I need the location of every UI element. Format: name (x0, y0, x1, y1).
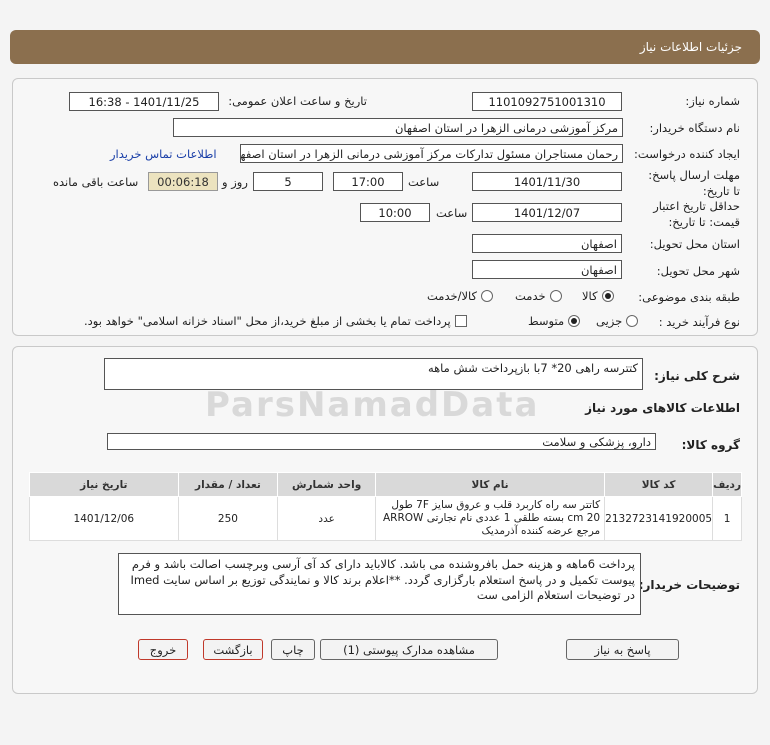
col-unit: واحد شمارش (277, 472, 376, 497)
radio-selected-icon[interactable] (601, 290, 614, 302)
purchase-option-medium-label: متوسط (528, 314, 565, 328)
price-validity-label: حداقل تاریخ اعتبار قیمت: تا تاریخ: (640, 199, 740, 230)
reply-deadline-label: مهلت ارسال پاسخ: تا تاریخ: (640, 168, 740, 199)
cell-name: کاتتر سه راه کاربرد قلب و عروق سایز 7F ط… (374, 495, 606, 542)
buyer-org-label: نام دستگاه خریدار: (649, 121, 740, 135)
purchase-option-minor[interactable]: جزیی (596, 314, 639, 328)
cell-row: 1 (712, 495, 742, 542)
view-attachments-button[interactable]: مشاهده مدارک پیوستی (1) (320, 639, 498, 660)
goods-group-label: گروه کالا: (681, 438, 740, 452)
reply-time-label: ساعت (408, 175, 440, 189)
radio-empty-icon[interactable] (549, 290, 562, 302)
category-option-service[interactable]: خدمت (515, 289, 562, 303)
radio-selected-icon[interactable] (568, 315, 581, 327)
cell-qty: 250 (177, 495, 279, 542)
purchase-option-medium[interactable]: متوسط (528, 314, 581, 328)
announce-datetime-field: 1401/11/25 - 16:38 (69, 92, 219, 111)
col-qty: تعداد / مقدار (177, 472, 279, 497)
category-option-goods-service[interactable]: کالا/خدمت (427, 289, 494, 303)
category-label: طبقه بندی موضوعی: (638, 290, 740, 304)
buyer-org-field: مرکز آموزشی درمانی الزهرا در استان اصفها… (173, 118, 623, 137)
summary-label: شرح کلی نیاز: (654, 369, 740, 383)
days-remaining-field: 5 (253, 172, 323, 191)
checkbox-icon[interactable] (454, 315, 467, 327)
purchase-type-label: نوع فرآیند خرید : (658, 315, 740, 329)
treasury-payment-label: پرداخت تمام یا بخشی از مبلغ خرید،از محل … (84, 314, 451, 328)
cell-date: 1401/12/06 (29, 495, 179, 542)
category-option-goods-service-label: کالا/خدمت (427, 289, 478, 303)
announce-datetime-label: تاریخ و ساعت اعلان عمومی: (228, 94, 367, 108)
requester-label: ایجاد کننده درخواست: (634, 147, 740, 161)
reply-button[interactable]: پاسخ به نیاز (566, 639, 679, 660)
validity-time-field: 10:00 (360, 203, 430, 222)
back-button[interactable]: بازگشت (203, 639, 263, 660)
validity-date-field: 1401/12/07 (472, 203, 622, 222)
col-date: تاریخ نیاز (29, 472, 179, 497)
purchase-option-minor-label: جزیی (596, 314, 623, 328)
time-remaining-field: 00:06:18 (148, 172, 218, 191)
treasury-payment-option[interactable]: پرداخت تمام یا بخشی از مبلغ خرید،از محل … (84, 314, 467, 328)
col-name: نام کالا (374, 472, 606, 497)
cell-unit: عدد (277, 495, 376, 542)
need-number-label: شماره نیاز: (685, 94, 740, 108)
watermark-text: ParsNamadData (205, 385, 540, 425)
print-button[interactable]: چاپ (271, 639, 315, 660)
table-row: 1 2132723141920005 کاتتر سه راه کاربرد ق… (29, 495, 742, 542)
col-code: کد کالا (604, 472, 714, 497)
goods-table: ردیف کد کالا نام کالا واحد شمارش تعداد /… (29, 472, 742, 542)
buyer-notes-label: توضیحات خریدار: (638, 578, 740, 592)
exit-button[interactable]: خروج (138, 639, 188, 660)
delivery-province-label: استان محل تحویل: (649, 237, 740, 251)
page-title: جزئیات اطلاعات نیاز (639, 40, 742, 54)
radio-empty-icon[interactable] (626, 315, 639, 327)
delivery-city-field: اصفهان (472, 260, 622, 279)
time-remaining-label: ساعت باقی مانده (53, 175, 139, 189)
category-option-service-label: خدمت (515, 289, 546, 303)
requester-field: رحمان مستاجران مسئول تدارکات مرکز آموزشی… (240, 144, 623, 163)
cell-code: 2132723141920005 (604, 495, 714, 542)
col-row: ردیف (712, 472, 742, 497)
delivery-city-label: شهر محل تحویل: (656, 264, 740, 278)
goods-group-field: دارو، پزشکی و سلامت (107, 433, 656, 450)
goods-section-title: اطلاعات کالاهای مورد نیاز (585, 401, 740, 415)
reply-date-field: 1401/11/30 (472, 172, 622, 191)
radio-empty-icon[interactable] (481, 290, 494, 302)
category-option-goods-label: کالا (582, 289, 598, 303)
delivery-province-field: اصفهان (472, 234, 622, 253)
buyer-notes-field: پرداخت 6ماهه و هزینه حمل بافروشنده می با… (118, 553, 641, 615)
validity-time-label: ساعت (436, 206, 468, 220)
buyer-contact-link[interactable]: اطلاعات تماس خریدار (110, 147, 217, 161)
reply-deadline-label-text: مهلت ارسال پاسخ: تا تاریخ: (648, 168, 740, 198)
need-number-field: 1101092751001310 (472, 92, 622, 111)
category-option-goods[interactable]: کالا (582, 289, 614, 303)
summary-field: کتترسه راهی 20* 7با بازپرداخت شش ماهه (104, 358, 643, 390)
goods-table-header: ردیف کد کالا نام کالا واحد شمارش تعداد /… (29, 472, 742, 497)
reply-time-field: 17:00 (333, 172, 403, 191)
price-validity-label-text: حداقل تاریخ اعتبار قیمت: تا تاریخ: (653, 199, 740, 229)
page-title-bar: جزئیات اطلاعات نیاز (10, 30, 760, 64)
days-label: روز و (222, 175, 248, 189)
